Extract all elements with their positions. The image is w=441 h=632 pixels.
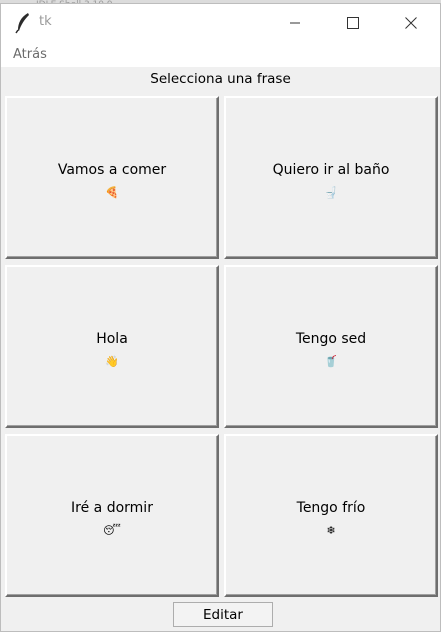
phrase-label: Iré a dormir [71, 500, 153, 516]
maximize-button[interactable] [330, 4, 376, 42]
phrase-button-vamos-a-comer[interactable]: Vamos a comer 🍕 [5, 96, 219, 259]
cup-icon: 🥤 [324, 355, 338, 368]
waving-hand-icon: 👋 [105, 355, 119, 368]
menu-item-atras[interactable]: Atrás [13, 47, 47, 62]
app-window: tk Atrás Selecciona una frase Vamos a co… [0, 3, 441, 632]
close-icon [405, 14, 417, 33]
phrase-label: Quiero ir al baño [272, 162, 390, 178]
window-title: tk [39, 14, 52, 29]
phrase-button-hola[interactable]: Hola 👋 [5, 265, 219, 428]
edit-button[interactable]: Editar [173, 602, 273, 627]
snowflake-icon: ❄ [326, 524, 336, 537]
minimize-button[interactable] [272, 4, 318, 42]
phrase-button-tengo-sed[interactable]: Tengo sed 🥤 [224, 265, 438, 428]
phrase-button-ire-a-dormir[interactable]: Iré a dormir 😴 [5, 434, 219, 597]
close-button[interactable] [388, 4, 434, 42]
phrase-button-tengo-frio[interactable]: Tengo frío ❄ [224, 434, 438, 597]
phrase-label: Tengo frío [296, 500, 366, 516]
phrase-button-quiero-ir-al-bano[interactable]: Quiero ir al baño 🚽 [224, 96, 438, 259]
minimize-icon [289, 14, 301, 33]
toilet-icon: 🚽 [324, 186, 338, 199]
maximize-icon [347, 14, 359, 33]
sleeping-face-icon: 😴 [103, 524, 121, 537]
phrase-label: Hola [96, 331, 128, 347]
instruction-label: Selecciona una frase [150, 71, 291, 87]
menu-bar: Atrás [1, 42, 440, 67]
title-bar[interactable]: tk [1, 4, 440, 42]
pizza-icon: 🍕 [105, 186, 119, 199]
phrase-label: Tengo sed [295, 331, 367, 347]
phrase-label: Vamos a comer [57, 162, 167, 178]
feather-icon [15, 12, 31, 34]
